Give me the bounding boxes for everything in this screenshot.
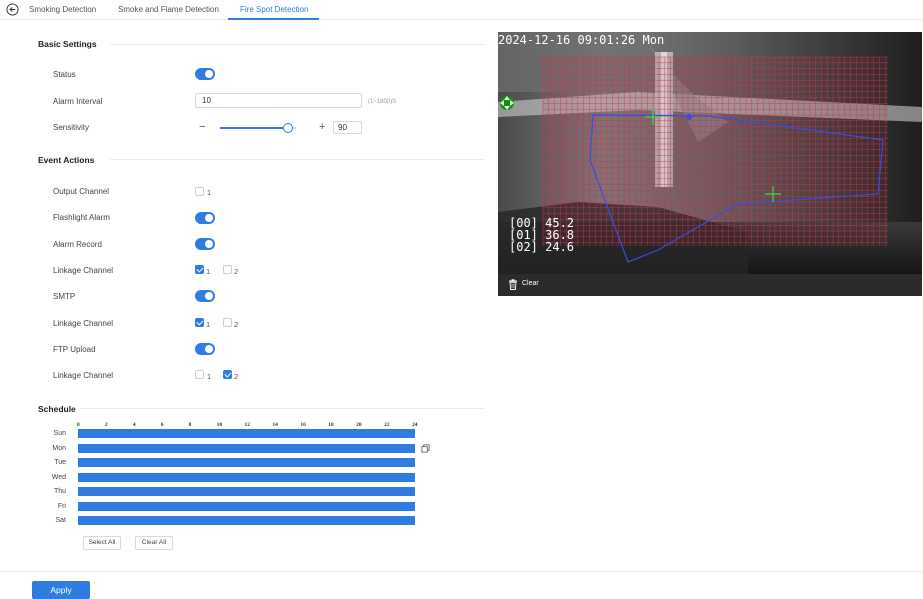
schedule-hour-label: 6 [160, 422, 164, 428]
osd-reading-02: [02] 24.6 [509, 240, 575, 254]
schedule-title: Schedule [38, 404, 76, 414]
sensitivity-slider[interactable] [220, 123, 296, 133]
smtp-label: SMTP [53, 292, 76, 301]
schedule-day-bar[interactable] [78, 501, 415, 511]
schedule-day-label: Sun [53, 430, 66, 437]
sensitivity-value-input[interactable]: 90 [333, 121, 362, 134]
status-toggle[interactable] [195, 68, 215, 80]
sensitivity-slider-fill [220, 127, 289, 129]
schedule-day-bar[interactable] [78, 429, 415, 438]
tab-bar: Smoking Detection Smoke and Flame Detect… [0, 0, 923, 20]
smtp-linkage-channel-1-label: 1 [206, 320, 211, 329]
schedule-day-label: Fri [57, 502, 66, 510]
preview-toolbar: Clear [498, 274, 922, 296]
ftp-upload-label: FTP Upload [53, 345, 96, 354]
osd-timestamp: 2024-12-16 09:01:26 Mon [498, 33, 665, 47]
smtp-linkage-channel-2-checkbox[interactable] [223, 318, 232, 327]
smtp-linkage-channel-2-label: 2 [234, 320, 239, 329]
schedule-day-label: Wed [51, 473, 66, 481]
record-linkage-channel-1-checkbox[interactable] [195, 265, 204, 274]
schedule-hour-label: 10 [216, 422, 223, 428]
sensitivity-increase-button[interactable]: + [319, 122, 325, 133]
clear-all-button[interactable]: Clear All [135, 536, 173, 550]
ftp-linkage-channel-1-checkbox[interactable] [195, 370, 204, 379]
tab-fire-spot-detection[interactable]: Fire Spot Detection [240, 5, 308, 14]
alarm-record-label: Alarm Record [53, 240, 102, 249]
trash-icon[interactable] [508, 279, 518, 290]
copy-icon[interactable] [421, 444, 430, 453]
tab-smoke-and-flame-detection[interactable]: Smoke and Flame Detection [118, 5, 219, 14]
schedule-hour-label: 24 [412, 422, 418, 428]
alarm-interval-input[interactable]: 10 [195, 93, 362, 108]
region-vertex-handle [686, 114, 692, 120]
schedule-day-label: Tue [54, 459, 66, 466]
schedule-hour-label: 22 [384, 422, 390, 428]
smtp-toggle[interactable] [195, 290, 215, 302]
output-channel-1-label: 1 [207, 188, 212, 197]
back-arrow-icon[interactable] [6, 3, 19, 16]
flashlight-alarm-toggle[interactable] [195, 212, 215, 224]
record-linkage-channel-2-label: 2 [234, 267, 239, 276]
tab-smoking-detection[interactable]: Smoking Detection [29, 5, 96, 14]
ftp-linkage-channel-1-label: 1 [207, 372, 212, 381]
thermal-preview[interactable]: 2024-12-16 09:01:26 Mon [00] 45.2 [01] 3… [498, 32, 922, 296]
smtp-linkage-channel-1-checkbox[interactable] [195, 318, 204, 327]
smtp-linkage-channel-label: Linkage Channel [53, 319, 114, 328]
basic-settings-title: Basic Settings [38, 39, 97, 49]
schedule-day-bar[interactable] [78, 487, 415, 496]
schedule-day-bar[interactable] [78, 516, 415, 525]
clear-button[interactable]: Clear [522, 280, 539, 287]
schedule-hour-label: 0 [77, 422, 80, 428]
alarm-interval-label: Alarm Interval [53, 97, 103, 106]
schedule-hour-label: 8 [188, 422, 192, 428]
alarm-record-toggle[interactable] [195, 238, 215, 250]
section-divider [110, 44, 485, 45]
schedule-hour-label: 18 [328, 422, 334, 428]
record-linkage-channel-1-label: 1 [206, 267, 211, 276]
schedule-day-label: Thu [53, 488, 66, 495]
schedule-hour-label: 20 [356, 422, 362, 428]
schedule-day-label: Mon [52, 444, 66, 452]
ftp-linkage-channel-2-checkbox[interactable] [223, 370, 232, 379]
footer-divider [0, 571, 923, 572]
select-all-button[interactable]: Select All [83, 536, 121, 550]
sensitivity-slider-handle[interactable] [283, 123, 294, 133]
status-label: Status [53, 70, 76, 79]
section-divider [80, 408, 485, 409]
event-actions-title: Event Actions [38, 155, 95, 165]
schedule-hour-label: 12 [244, 422, 251, 428]
schedule-day-label: Sat [55, 517, 66, 524]
schedule-hour-label: 2 [104, 422, 108, 428]
ftp-upload-toggle[interactable] [195, 343, 215, 355]
alarm-interval-hint: (1~1800)S [368, 99, 397, 105]
sensitivity-label: Sensitivity [53, 123, 90, 132]
schedule-hour-label: 4 [132, 422, 136, 428]
schedule-day-bar[interactable] [78, 443, 415, 453]
output-channel-1-checkbox[interactable] [195, 187, 204, 196]
active-tab-indicator [228, 18, 319, 20]
schedule-hour-label: 14 [272, 422, 278, 428]
ptz-control-icon [500, 96, 514, 110]
record-linkage-channel-2-checkbox[interactable] [223, 265, 232, 274]
ftp-linkage-channel-label: Linkage Channel [53, 371, 114, 380]
schedule-day-bar[interactable] [78, 472, 415, 482]
sensitivity-decrease-button[interactable]: − [199, 122, 205, 133]
output-channel-label: Output Channel [53, 187, 110, 196]
schedule-hour-label: 16 [300, 422, 306, 428]
temperature-grid [542, 56, 888, 246]
section-divider [110, 159, 485, 160]
schedule-day-bar[interactable] [78, 458, 415, 467]
record-linkage-channel-label: Linkage Channel [53, 266, 114, 275]
apply-button[interactable]: Apply [32, 581, 90, 599]
ftp-linkage-channel-2-label: 2 [234, 372, 239, 381]
flashlight-alarm-label: Flashlight Alarm [53, 213, 110, 222]
